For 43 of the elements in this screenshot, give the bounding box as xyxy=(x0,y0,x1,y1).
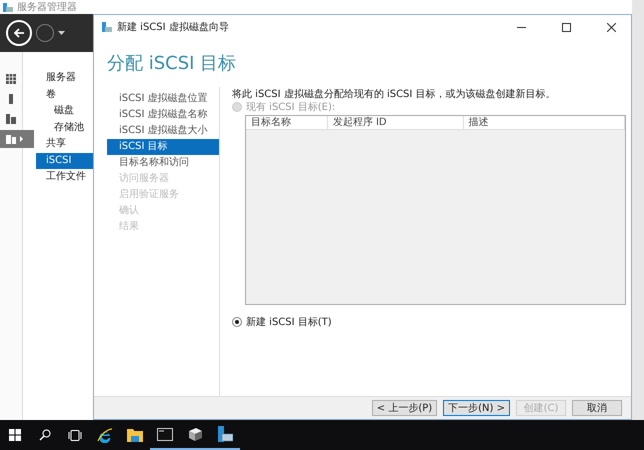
servers-icon xyxy=(6,114,16,124)
back-button[interactable] xyxy=(6,20,32,46)
wizard-button[interactable]: < 上一步(P) xyxy=(372,400,438,416)
app-icon xyxy=(102,22,112,32)
page-heading: 分配 iSCSI 目标 xyxy=(107,53,236,74)
nav-item[interactable]: 工作文件 xyxy=(36,169,96,186)
rail-item[interactable] xyxy=(0,130,34,148)
wizard-button[interactable]: 取消 xyxy=(572,400,622,416)
wizard-step[interactable]: iSCSI 虚拟磁盘位置 xyxy=(107,91,219,107)
back-arrow-icon xyxy=(13,27,25,39)
nav-item[interactable]: 磁盘 xyxy=(36,103,96,120)
app-icon xyxy=(3,2,13,12)
minimize-icon[interactable] xyxy=(516,26,526,28)
toolbox-icon[interactable] xyxy=(187,427,203,441)
console-icon[interactable] xyxy=(157,428,173,440)
dialog-title: 新建 iSCSI 虚拟磁盘向导 xyxy=(117,20,230,34)
server-manager-icon[interactable] xyxy=(217,426,233,442)
wizard-button[interactable]: 下一步(N) > xyxy=(443,400,510,416)
search-icon[interactable] xyxy=(39,429,51,441)
browser-icon[interactable] xyxy=(97,427,113,443)
nav-item[interactable]: iSCSI xyxy=(36,152,96,169)
maximize-icon[interactable] xyxy=(562,22,570,32)
column-header[interactable]: 描述 xyxy=(464,116,625,129)
windows-icon[interactable] xyxy=(9,429,21,441)
nav-item[interactable]: 共享 xyxy=(36,136,96,152)
nav-item[interactable]: 服务器 xyxy=(36,70,96,86)
dashboard-icon xyxy=(6,74,16,84)
folder-icon[interactable] xyxy=(127,428,143,442)
column-header[interactable]: 目标名称 xyxy=(246,116,328,129)
wizard-step[interactable]: iSCSI 虚拟磁盘名称 xyxy=(107,107,219,123)
radio-option[interactable]: 新建 iSCSI 目标(T) xyxy=(232,315,631,329)
wizard-step[interactable]: 目标名称和访问 xyxy=(107,155,219,171)
server-icon xyxy=(6,94,16,104)
nav-item[interactable]: 存储池 xyxy=(36,120,96,136)
dropdown-icon[interactable] xyxy=(58,31,65,35)
wizard-step[interactable]: iSCSI 虚拟磁盘大小 xyxy=(107,123,219,139)
nav-item[interactable]: 卷 xyxy=(36,86,96,103)
task-view-icon[interactable] xyxy=(68,430,82,440)
window-title: 服务器管理器 xyxy=(17,1,77,14)
close-icon[interactable] xyxy=(606,22,616,32)
description: 将此 iSCSI 虚拟磁盘分配给现有的 iSCSI 目标，或为该磁盘创建新目标。 xyxy=(232,88,557,100)
column-header[interactable]: 发起程序 ID xyxy=(328,116,464,129)
wizard-step[interactable]: iSCSI 目标 xyxy=(107,139,219,155)
